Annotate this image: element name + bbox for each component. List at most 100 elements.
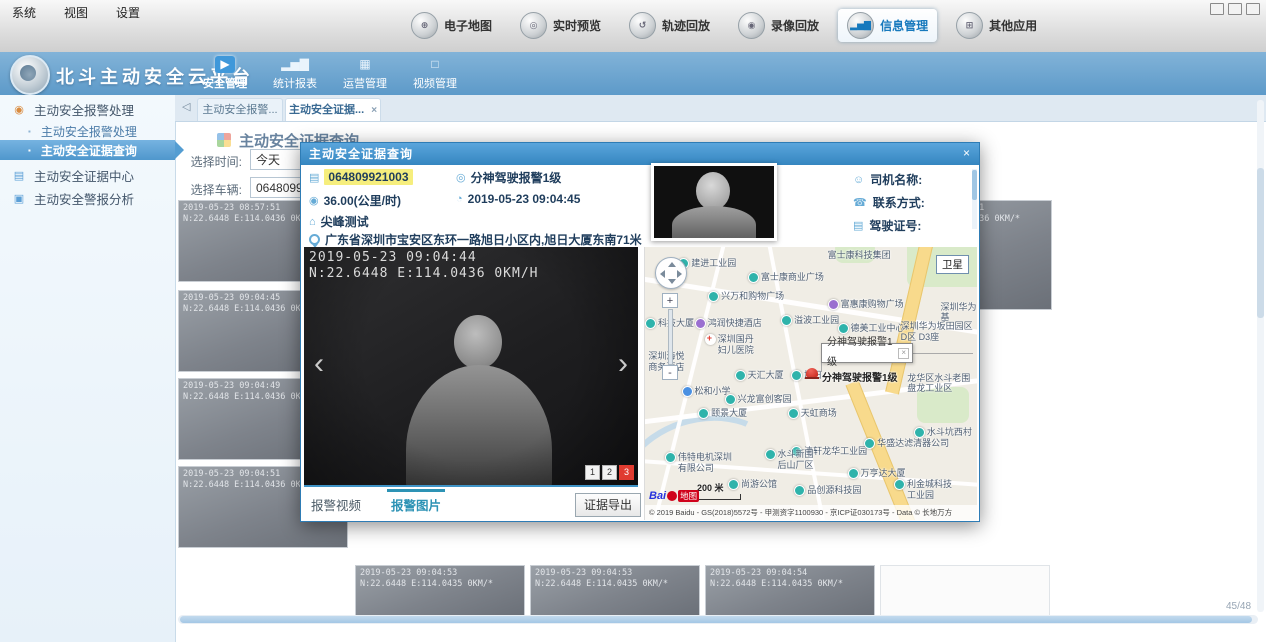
satellite-view-button[interactable]: 卫星 — [936, 255, 969, 274]
vertical-scrollbar-thumb[interactable] — [1257, 168, 1264, 318]
time-value: 2019-05-23 09:04:45 — [468, 192, 581, 206]
export-evidence-button[interactable]: 证据导出 — [575, 493, 641, 517]
thumb-gps: N:22.6448 E:114.0436 0KM/* — [183, 392, 316, 402]
tab-alarm-handling[interactable]: 主动安全报警... — [197, 98, 283, 121]
page-2-button[interactable]: 2 — [602, 465, 617, 480]
thumb-timestamp: 2019-05-23 09:04:49 — [183, 381, 280, 391]
prev-image-icon[interactable]: ‹ — [314, 349, 324, 379]
operations-icon: ▦ — [359, 56, 370, 73]
thumb-timestamp: 2019-05-23 09:04:53 — [535, 568, 632, 578]
module-video[interactable]: □ 视频管理 — [406, 56, 464, 91]
alarm-popup[interactable]: 分神驾驶报警1级 × — [821, 343, 913, 363]
close-tab-icon[interactable]: × — [371, 105, 377, 116]
collapse-sidebar-icon[interactable]: ◁ — [182, 100, 190, 113]
baidu-map[interactable]: 富士康科技集团 建进工业园 富士康商业广场 兴万和购物广场 富惠康购物广场 深圳… — [644, 247, 977, 520]
map-label: 建进工业园 — [678, 258, 736, 269]
poi-icon — [708, 291, 719, 302]
thumb-timestamp: 2019-05-23 09:04:54 — [710, 568, 807, 578]
image-pager: 1 2 3 — [585, 465, 634, 480]
poi-icon — [698, 408, 709, 419]
maximize-icon[interactable] — [1228, 3, 1242, 15]
apps-icon: ⊞ — [956, 12, 983, 39]
menu-view[interactable]: 视图 — [64, 4, 88, 21]
map-label: 深圳国丹 妇儿医院 — [705, 334, 754, 356]
video-vignette — [304, 247, 638, 485]
nav-label: 电子地图 — [444, 17, 492, 34]
thumb-gps: N:22.6448 E:114.0436 0KM/* — [183, 304, 316, 314]
nav-info-management[interactable]: ▂▅▇ 信息管理 — [838, 9, 937, 42]
page-3-button[interactable]: 3 — [619, 465, 634, 480]
time-row: ◔ 2019-05-23 09:04:45 — [456, 192, 580, 206]
tab-evidence-query[interactable]: 主动安全证据... × — [285, 98, 381, 121]
horizontal-scrollbar-thumb[interactable] — [180, 616, 1252, 623]
alarm-type-value: 分神驾驶报警1级 — [471, 169, 562, 186]
module-safety[interactable]: ▶ 安全管理 — [196, 56, 254, 91]
map-scale-label: 200 米 — [697, 481, 724, 494]
dialog-scrollbar-thumb[interactable] — [972, 170, 977, 200]
map-label: 富士康科技集团 — [828, 250, 891, 261]
alarm-popup-text: 分神驾驶报警1级 — [827, 333, 898, 373]
selected-item-arrow — [175, 141, 184, 159]
next-image-icon[interactable]: › — [618, 349, 628, 379]
nav-live-preview[interactable]: ◎ 实时预览 — [511, 9, 610, 42]
dialog-close-icon[interactable]: × — [959, 146, 974, 161]
reports-icon: ▂▅▇ — [281, 56, 309, 73]
module-label: 视频管理 — [413, 75, 457, 91]
page-1-button[interactable]: 1 — [585, 465, 600, 480]
driver-name-field: ☺ 司机名称: — [853, 171, 922, 188]
poi-icon — [864, 438, 875, 449]
alarm-analysis-icon: ▣ — [12, 192, 26, 205]
alarm-type-row: ◎ 分神驾驶报警1级 — [456, 169, 561, 186]
sidebar-item-alarm-analysis[interactable]: ▣ 主动安全警报分析 — [0, 188, 175, 208]
minimize-icon[interactable] — [1210, 3, 1224, 15]
sidebar-item-evidence-center[interactable]: ▤ 主动安全证据中心 — [0, 165, 175, 185]
module-reports[interactable]: ▂▅▇ 统计报表 — [266, 56, 324, 91]
alarm-video-player[interactable]: 2019-05-23 09:04:44N:22.6448 E:114.0436 … — [304, 247, 638, 487]
nav-electronic-map[interactable]: ⊕ 电子地图 — [402, 9, 501, 42]
module-bar: ▶ 安全管理 ▂▅▇ 统计报表 ▦ 运营管理 □ 视频管理 — [196, 56, 464, 91]
sidebar-item-evidence-query[interactable]: ▪ 主动安全证据查询 — [0, 140, 175, 160]
poi-icon — [645, 318, 656, 329]
poi-icon — [695, 318, 706, 329]
popup-close-icon[interactable]: × — [898, 348, 909, 359]
driver-silhouette-body — [672, 206, 756, 241]
zoom-out-button[interactable]: - — [662, 365, 678, 380]
sidebar-label: 主动安全报警处理 — [41, 123, 137, 140]
safety-icon: ▶ — [215, 56, 234, 73]
baidu-paw-icon — [667, 491, 677, 501]
top-navigation: ⊕ 电子地图 ◎ 实时预览 ↺ 轨迹回放 ◉ 录像回放 ▂▅▇ 信息管理 ⊞ 其… — [402, 9, 1046, 42]
driver-contact-field: ☎ 联系方式: — [853, 194, 925, 211]
evidence-thumbnail[interactable]: 2019-05-23 09:04:53N:22.6448 E:114.0435 … — [355, 565, 525, 617]
zoom-in-button[interactable]: + — [662, 293, 678, 308]
menu-settings[interactable]: 设置 — [116, 4, 140, 21]
map-pan-control[interactable] — [655, 257, 687, 289]
zoom-slider[interactable] — [668, 309, 673, 365]
poi-icon — [682, 386, 693, 397]
nav-track-playback[interactable]: ↺ 轨迹回放 — [620, 9, 719, 42]
vehicle-id-row: ▤ 064809921003 — [309, 169, 413, 185]
module-operations[interactable]: ▦ 运营管理 — [336, 56, 394, 91]
sidebar-label: 主动安全报警处理 — [34, 100, 134, 119]
thumb-gps: N:22.6448 E:114.0435 0KM/* — [535, 579, 668, 589]
tab-alarm-video[interactable]: 报警视频 — [311, 495, 361, 514]
close-window-icon[interactable] — [1246, 3, 1260, 15]
sidebar-item-alarm-handling-group[interactable]: ◉ 主动安全报警处理 — [0, 99, 175, 119]
alarm-marker-icon[interactable] — [806, 368, 818, 377]
nav-other-apps[interactable]: ⊞ 其他应用 — [947, 9, 1046, 42]
map-copyright: © 2019 Baidu - GS(2018)5572号 - 甲测资字11009… — [645, 505, 977, 520]
menu-system[interactable]: 系统 — [12, 4, 36, 21]
nav-video-playback[interactable]: ◉ 录像回放 — [729, 9, 828, 42]
plate-icon: ▤ — [309, 171, 319, 184]
poi-icon — [794, 485, 805, 496]
map-label: 富士康商业广场 — [748, 272, 824, 283]
video-gps: N:22.6448 E:114.0436 0KM/H — [309, 266, 539, 281]
evidence-thumbnail[interactable]: 2019-05-23 09:04:53N:22.6448 E:114.0435 … — [530, 565, 700, 617]
phone-icon: ☎ — [853, 196, 867, 209]
tab-alarm-image[interactable]: 报警图片 — [391, 495, 441, 514]
thumb-gps: N:22.6448 E:114.0436 0KM/* — [183, 480, 316, 490]
hospital-icon — [705, 334, 716, 345]
sidebar-label: 主动安全警报分析 — [34, 189, 134, 208]
speed-row: ◉ 36.00(公里/时) — [309, 192, 401, 209]
evidence-thumbnail[interactable]: 2019-05-23 09:04:54N:22.6448 E:114.0435 … — [705, 565, 875, 617]
sidebar-item-alarm-handling[interactable]: ▪ 主动安全报警处理 — [0, 122, 175, 140]
